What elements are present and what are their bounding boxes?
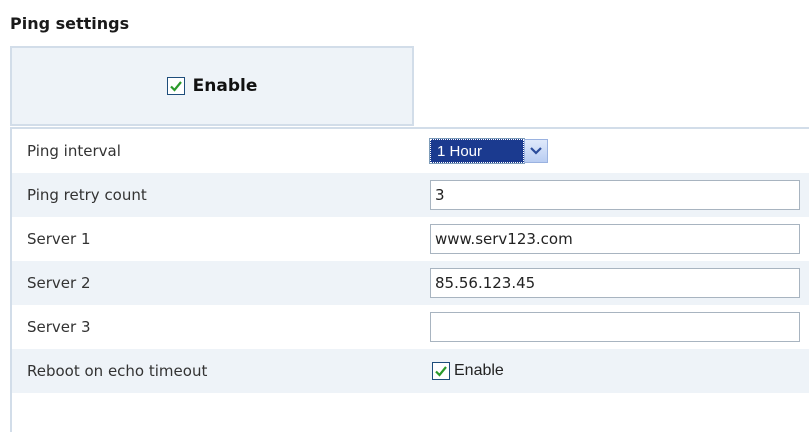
- ping-interval-select[interactable]: 1 Hour: [429, 138, 548, 164]
- ping-retry-count-input[interactable]: 3: [430, 180, 800, 210]
- reboot-on-echo-timeout-label: Reboot on echo timeout: [27, 362, 208, 380]
- check-icon: [435, 366, 447, 377]
- server-2-label: Server 2: [27, 274, 91, 292]
- chevron-down-icon[interactable]: [524, 139, 548, 163]
- enable-checkbox[interactable]: [166, 77, 185, 95]
- enable-tab[interactable]: Enable: [10, 46, 414, 126]
- reboot-enable-label: Enable: [454, 362, 504, 379]
- ping-interval-value: 1 Hour: [429, 138, 525, 164]
- enable-label: Enable: [192, 76, 258, 96]
- row-server-2: Server 2 85.56.123.45: [12, 261, 809, 305]
- page-title: Ping settings: [10, 14, 130, 33]
- row-ping-retry-count: Ping retry count 3: [12, 173, 809, 217]
- settings-panel: Ping interval 1 Hour Ping retry count 3 …: [10, 127, 809, 432]
- ping-retry-count-label: Ping retry count: [27, 186, 147, 204]
- row-server-3: Server 3: [12, 305, 809, 349]
- check-icon: [169, 81, 182, 92]
- ping-interval-label: Ping interval: [27, 142, 121, 160]
- server-1-label: Server 1: [27, 230, 91, 248]
- server-3-input[interactable]: [430, 312, 800, 342]
- row-server-1: Server 1 www.serv123.com: [12, 217, 809, 261]
- reboot-enable-checkbox[interactable]: [432, 362, 450, 380]
- row-reboot-on-echo-timeout: Reboot on echo timeout Enable: [12, 349, 809, 393]
- server-1-input[interactable]: www.serv123.com: [430, 224, 800, 254]
- server-3-label: Server 3: [27, 318, 91, 336]
- server-2-input[interactable]: 85.56.123.45: [430, 268, 800, 298]
- row-ping-interval: Ping interval 1 Hour: [12, 129, 809, 173]
